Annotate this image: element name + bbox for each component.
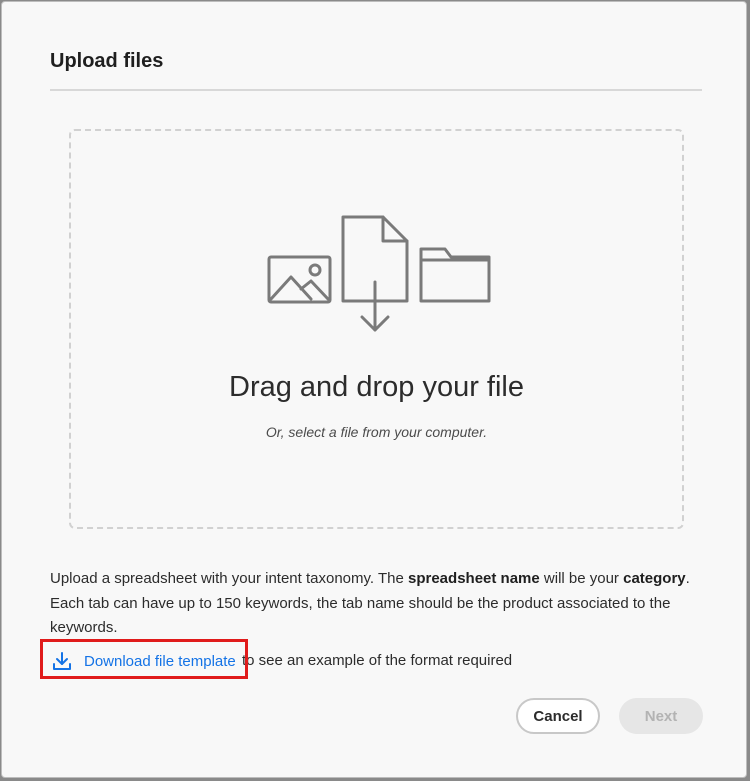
file-download-icon <box>341 215 409 332</box>
description-bold-spreadsheet-name: spreadsheet name <box>408 570 540 587</box>
dialog-title: Upload files <box>50 50 164 72</box>
folder-icon <box>419 247 491 303</box>
upload-files-dialog: Upload files Drag and drop your file Or,… <box>1 1 747 778</box>
download-template-link[interactable]: Download file template <box>52 651 236 671</box>
download-icon <box>53 652 71 670</box>
dropzone-subtitle[interactable]: Or, select a file from your computer. <box>71 424 682 440</box>
description-text: will be your <box>539 570 624 587</box>
upload-illustration <box>267 215 491 332</box>
upload-description: Upload a spreadsheet with your intent ta… <box>50 567 710 641</box>
image-icon <box>267 255 332 304</box>
file-dropzone[interactable]: Drag and drop your file Or, select a fil… <box>69 129 684 529</box>
dropzone-title: Drag and drop your file <box>229 371 524 403</box>
cancel-button[interactable]: Cancel <box>516 698 600 734</box>
download-suffix-text: to see an example of the format required <box>242 652 513 669</box>
download-link-label: Download file template <box>84 652 236 670</box>
download-template-row: Download file template to see an example… <box>40 639 700 683</box>
description-bold-category: category <box>623 570 686 587</box>
description-text: Upload a spreadsheet with your intent ta… <box>50 570 408 587</box>
title-divider <box>50 89 702 91</box>
next-button[interactable]: Next <box>619 698 703 734</box>
